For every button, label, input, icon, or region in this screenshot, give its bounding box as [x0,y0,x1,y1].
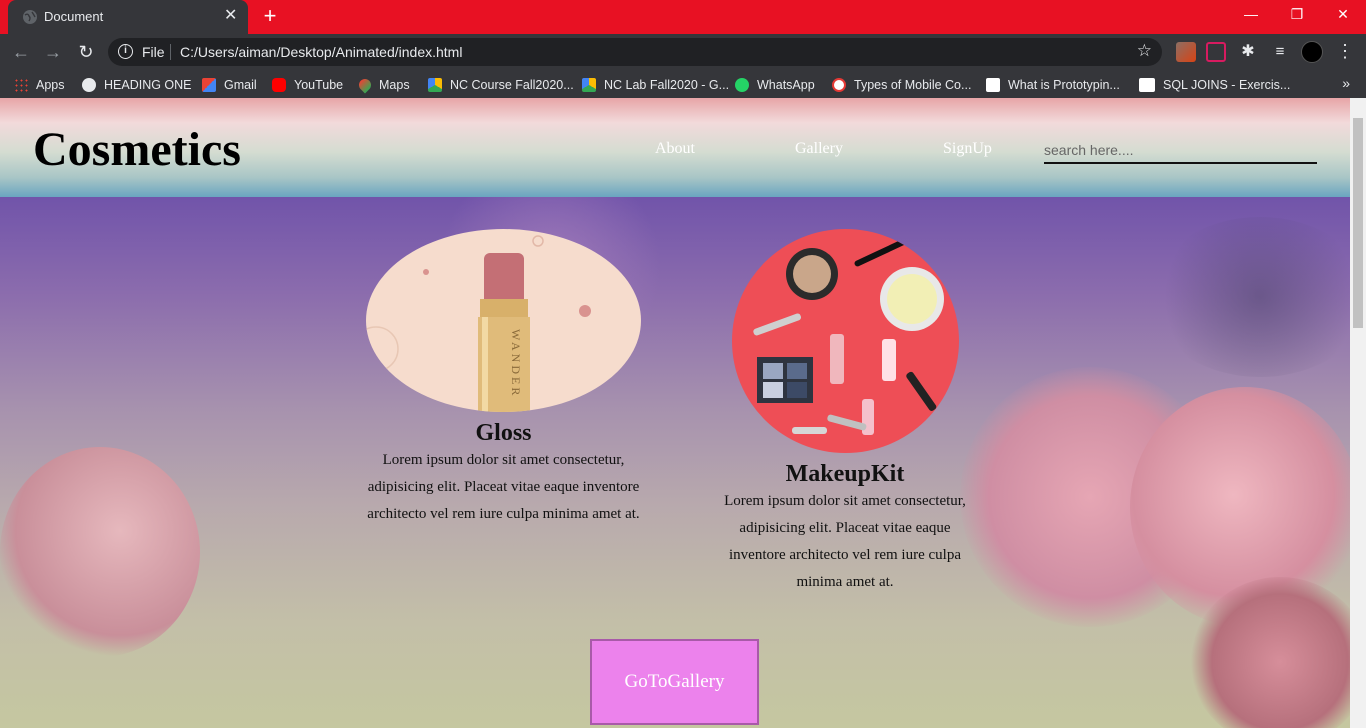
site-header: Cosmetics About Gallery SignUp [0,98,1350,197]
media-controls-icon[interactable]: ≡ [1270,42,1290,62]
apps-grid-icon [14,78,28,92]
close-window-button[interactable]: ✕ [1320,0,1366,30]
restore-button[interactable]: ❐ [1274,0,1320,30]
web-page: Cosmetics About Gallery SignUp WANDER Gl… [0,98,1350,728]
bookmark-gmail[interactable]: Gmail [202,76,257,94]
browser-titlebar: Document ✕ + — ❐ ✕ [0,0,1366,34]
globe-icon [82,78,96,92]
bookmark-apps[interactable]: Apps [14,76,65,94]
info-icon[interactable]: i [118,44,133,59]
youtube-icon [272,78,286,92]
new-tab-button[interactable]: + [258,5,282,29]
svg-text:WANDER: WANDER [509,329,523,398]
drive-icon [428,78,442,92]
product-description: Lorem ipsum dolor sit amet consectetur, … [724,493,966,590]
bookmarks-overflow-icon[interactable]: » [1342,75,1350,91]
lipstick-illustration: WANDER [366,235,591,412]
bookmark-star-icon[interactable]: ☆ [1137,41,1152,61]
bookmark-sql-joins[interactable]: SQL JOINS - Exercis... [1139,76,1290,94]
bookmark-prototyping[interactable]: What is Prototypin... [986,76,1120,94]
scrollbar-thumb[interactable] [1353,118,1363,328]
product-card-makeupkit: MakeupKit Lorem ipsum dolor sit amet con… [710,461,980,596]
browser-toolbar: ← → ↻ i File C:/Users/aiman/Desktop/Anim… [0,34,1366,70]
address-bar[interactable]: i File C:/Users/aiman/Desktop/Animated/i… [108,38,1162,66]
nav-signup[interactable]: SignUp [943,140,992,158]
globe-icon [23,10,37,24]
product-description: Lorem ipsum dolor sit amet consectetur, … [367,452,640,522]
browser-tab[interactable]: Document ✕ [8,0,248,34]
bookmark-nc-course[interactable]: NC Course Fall2020... [428,76,574,94]
forward-arrow-icon[interactable]: → [42,41,64,63]
page-icon [986,78,1000,92]
extension-icon[interactable] [1176,42,1196,62]
product-title: MakeupKit [785,461,905,487]
bookmark-whatsapp[interactable]: WhatsApp [735,76,815,94]
goto-gallery-button[interactable]: GoToGallery [590,639,759,725]
minimize-button[interactable]: — [1228,0,1274,30]
bookmark-mobile-computing[interactable]: Types of Mobile Co... [832,76,971,94]
reload-icon[interactable]: ↻ [75,41,97,63]
page-scrollbar[interactable] [1350,98,1366,728]
extension-icon[interactable] [1206,42,1226,62]
rose-petal-decoration [0,447,200,657]
makeup-flatlay-illustration [753,237,944,435]
browser-menu-icon[interactable]: ⋮ [1336,40,1354,62]
rose-leaf-decoration [1150,217,1350,377]
bookmark-nc-lab[interactable]: NC Lab Fall2020 - G... [582,76,729,94]
bookmarks-bar: Apps HEADING ONE Gmail YouTube Maps NC C… [0,70,1366,98]
bookmark-youtube[interactable]: YouTube [272,76,343,94]
nav-gallery[interactable]: Gallery [795,140,843,158]
search-input[interactable] [1044,138,1317,164]
tab-close-icon[interactable]: ✕ [224,8,237,24]
profile-avatar[interactable] [1301,41,1323,63]
maps-pin-icon [356,76,374,94]
omnibox-divider [170,44,171,60]
url-scheme: File [142,44,165,60]
bookmark-maps[interactable]: Maps [356,76,410,94]
whatsapp-icon [735,78,749,92]
gloss-product-image: WANDER [366,229,641,412]
bookmark-heading-one[interactable]: HEADING ONE [82,76,192,94]
site-logo[interactable]: Cosmetics [33,122,241,177]
product-title: Gloss [475,420,532,446]
w3-icon [1139,78,1155,92]
page-icon [832,78,846,92]
url-text[interactable]: C:/Users/aiman/Desktop/Animated/index.ht… [180,44,462,60]
tab-title: Document [44,9,104,24]
nav-about[interactable]: About [655,140,695,158]
gmail-icon [202,78,216,92]
puzzle-extensions-icon[interactable]: ✱ [1238,42,1258,62]
drive-icon [582,78,596,92]
product-card-gloss: Gloss Lorem ipsum dolor sit amet consect… [366,420,641,528]
makeupkit-product-image [732,229,959,453]
back-arrow-icon[interactable]: ← [10,41,32,63]
